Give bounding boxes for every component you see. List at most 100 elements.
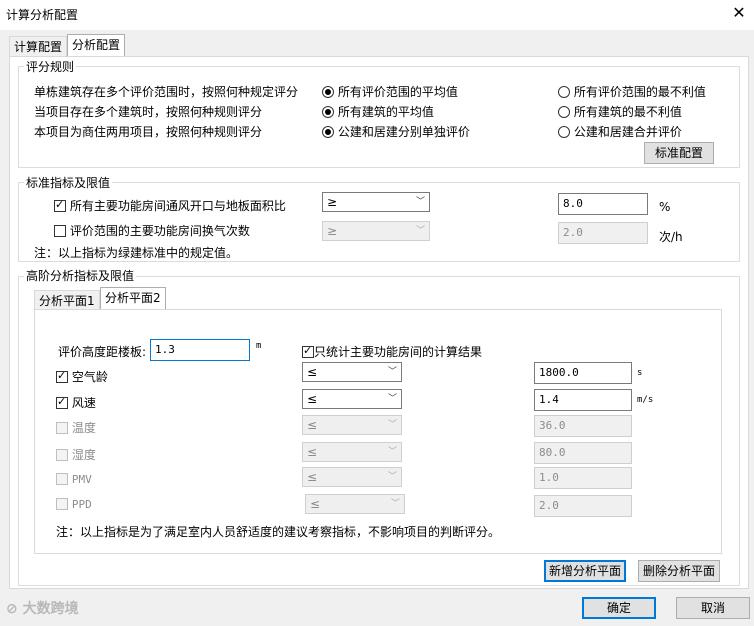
advanced-note: 注：以上指标是为了满足室内人员舒适度的建议考察指标，不影响项目的判断评分。 [56, 525, 501, 539]
pmv-checkbox[interactable]: PMV [56, 472, 92, 486]
ppd-checkbox[interactable]: PPD [56, 497, 92, 511]
watermark-logo: ⊘ 大数跨境 [6, 601, 79, 617]
ppd-value-input[interactable]: 2.0 [534, 495, 632, 517]
add-plane-button[interactable]: 新增分析平面 [544, 560, 626, 582]
radio-avg-buildings[interactable]: 所有建筑的平均值 [322, 103, 434, 120]
temperature-operator-select[interactable]: ≤ ﹀ [302, 415, 402, 435]
std-ventilation-checkbox[interactable]: 所有主要功能房间通风开口与地板面积比 [54, 197, 286, 214]
title-bar [0, 0, 754, 30]
tab-plane-1[interactable]: 分析平面1 [34, 290, 100, 311]
checkbox-checked-icon [302, 344, 314, 358]
close-icon[interactable]: ✕ [730, 4, 748, 22]
checkbox-label: PMV [71, 473, 92, 486]
select-value: ≤ [307, 365, 318, 379]
radio-worst-ranges[interactable]: 所有评价范围的最不利值 [558, 83, 706, 100]
chevron-down-icon: ﹀ [415, 197, 425, 207]
delete-plane-button[interactable]: 删除分析平面 [638, 560, 720, 582]
checkbox-disabled-icon [56, 422, 68, 434]
std-air-change-checkbox[interactable]: 评价范围的主要功能房间换气次数 [54, 222, 250, 239]
temperature-value-input[interactable]: 36.0 [534, 415, 632, 437]
chevron-down-icon: ﹀ [387, 447, 397, 457]
checkbox-label: 温度 [71, 421, 96, 435]
standards-title: 标准指标及限值 [24, 176, 113, 190]
standards-note: 注：以上指标为绿建标准中的规定值。 [34, 246, 239, 260]
ok-button[interactable]: 确定 [582, 597, 656, 619]
advanced-title: 高阶分析指标及限值 [24, 269, 137, 283]
air-age-value-input[interactable]: 1800.0 [534, 362, 632, 384]
humidity-value-input[interactable]: 80.0 [534, 442, 632, 464]
chevron-down-icon: ﹀ [387, 472, 397, 482]
height-input[interactable]: 1.3 [150, 339, 250, 361]
radio-on-icon [322, 126, 334, 138]
checkbox-label: 空气龄 [71, 370, 108, 384]
checkbox-checked-icon [56, 369, 68, 383]
standard-config-button[interactable]: 标准配置 [644, 142, 714, 164]
std-air-change-value-input[interactable]: 2.0 [558, 222, 648, 244]
radio-combined-eval[interactable]: 公建和居建合并评价 [558, 123, 682, 140]
tab-calc-config[interactable]: 计算配置 [9, 36, 68, 57]
checkbox-label: 风速 [71, 396, 96, 410]
chevron-down-icon: ﹀ [415, 226, 425, 236]
select-value: ≤ [307, 418, 318, 432]
pmv-operator-select[interactable]: ≤ ﹀ [302, 467, 402, 487]
select-value: ≥ [327, 224, 338, 238]
radio-label: 所有建筑的平均值 [337, 105, 434, 119]
std-ventilation-value-input[interactable]: 8.0 [558, 193, 648, 215]
std-ventilation-operator-select[interactable]: ≥ ﹀ [322, 192, 430, 212]
select-value: ≤ [310, 497, 321, 511]
radio-avg-ranges[interactable]: 所有评价范围的平均值 [322, 83, 458, 100]
radio-on-icon [322, 106, 334, 118]
scoring-title: 评分规则 [24, 60, 77, 74]
height-label: 评价高度距楼板: [58, 345, 147, 359]
wind-speed-operator-select[interactable]: ≤ ﹀ [302, 389, 402, 409]
checkbox-unchecked-icon [54, 225, 66, 237]
radio-off-icon [558, 106, 570, 118]
checkbox-label: 所有主要功能房间通风开口与地板面积比 [69, 199, 286, 213]
tab-plane-2[interactable]: 分析平面2 [100, 287, 166, 310]
tab-analysis-config[interactable]: 分析配置 [67, 34, 126, 57]
ppd-operator-select[interactable]: ≤ ﹀ [305, 494, 405, 514]
radio-separate-eval[interactable]: 公建和居建分别单独评价 [322, 123, 470, 140]
height-unit: m [256, 341, 262, 351]
checkbox-disabled-icon [56, 498, 68, 510]
radio-label: 所有建筑的最不利值 [573, 105, 682, 119]
checkbox-checked-icon [54, 198, 66, 212]
radio-label: 所有评价范围的平均值 [337, 85, 458, 99]
select-value: ≤ [307, 445, 318, 459]
humidity-operator-select[interactable]: ≤ ﹀ [302, 442, 402, 462]
cancel-button[interactable]: 取消 [676, 597, 750, 619]
radio-label: 所有评价范围的最不利值 [573, 85, 706, 99]
wind-speed-value-input[interactable]: 1.4 [534, 389, 632, 411]
chevron-down-icon: ﹀ [387, 394, 397, 404]
humidity-checkbox[interactable]: 湿度 [56, 446, 96, 463]
checkbox-label: PPD [71, 498, 92, 511]
checkbox-label: 湿度 [71, 448, 96, 462]
checkbox-label: 评价范围的主要功能房间换气次数 [69, 224, 250, 238]
watermark-text: 大数跨境 [22, 601, 79, 617]
std-air-change-operator-select[interactable]: ≥ ﹀ [322, 221, 430, 241]
checkbox-disabled-icon [56, 449, 68, 461]
radio-off-icon [558, 86, 570, 98]
main-rooms-checkbox[interactable]: 只统计主要功能房间的计算结果 [302, 343, 482, 360]
radio-on-icon [322, 86, 334, 98]
chevron-down-icon: ﹀ [387, 367, 397, 377]
radio-worst-buildings[interactable]: 所有建筑的最不利值 [558, 103, 682, 120]
select-value: ≤ [307, 392, 318, 406]
chevron-down-icon: ﹀ [390, 499, 400, 509]
pmv-value-input[interactable]: 1.0 [534, 467, 632, 489]
std-ventilation-unit: % [659, 200, 671, 214]
select-value: ≥ [327, 195, 338, 209]
temperature-checkbox[interactable]: 温度 [56, 419, 96, 436]
checkbox-checked-icon [56, 395, 68, 409]
window-title: 计算分析配置 [6, 8, 79, 22]
select-value: ≤ [307, 470, 318, 484]
radio-label: 公建和居建合并评价 [573, 125, 682, 139]
air-age-operator-select[interactable]: ≤ ﹀ [302, 362, 402, 382]
scoring-row1-label: 单栋建筑存在多个评价范围时，按照何种规定评分 [34, 85, 299, 99]
chevron-down-icon: ﹀ [387, 420, 397, 430]
air-age-unit: s [637, 368, 643, 378]
scoring-row3-label: 本项目为商住两用项目，按照何种规则评分 [34, 125, 263, 139]
radio-label: 公建和居建分别单独评价 [337, 125, 470, 139]
wind-speed-checkbox[interactable]: 风速 [56, 394, 96, 411]
air-age-checkbox[interactable]: 空气龄 [56, 368, 108, 385]
